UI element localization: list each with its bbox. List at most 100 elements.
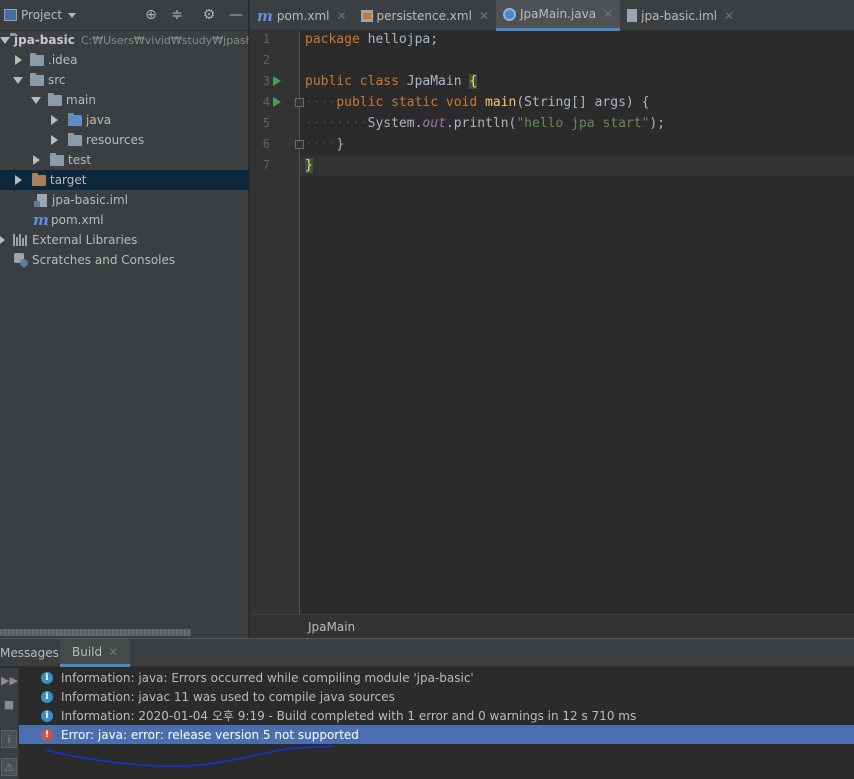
line-number: 7	[262, 158, 270, 172]
code-editor[interactable]: 1 2 3 4 5 6 7 package hellojpa; public c…	[250, 31, 854, 614]
excluded-folder-icon	[32, 172, 46, 186]
chevron-down-icon[interactable]	[68, 12, 77, 18]
tree-item-label: main	[66, 93, 96, 107]
code-field: out	[422, 116, 446, 131]
iml-file-icon	[627, 9, 638, 22]
tree-item-idea[interactable]: .idea	[0, 50, 249, 70]
message-text: Information: 2020-01-04 오후 9:19 - Build …	[61, 709, 637, 723]
tree-item-label: .idea	[48, 53, 78, 67]
code-string: "hello jpa start"	[516, 116, 650, 131]
code-text: JpaMain	[398, 74, 470, 89]
close-icon[interactable]: ✕	[724, 9, 734, 23]
breadcrumb-item[interactable]: JpaMain	[308, 620, 355, 634]
tree-item-label: resources	[86, 133, 145, 147]
project-view-selector[interactable]: Project	[21, 8, 62, 22]
locate-icon[interactable]: ⊕	[143, 7, 159, 23]
tab-label: JpaMain.java	[519, 7, 597, 21]
code-line-6: ····}	[305, 137, 345, 152]
code-function: main	[485, 95, 517, 110]
hand-drawn-underline	[44, 745, 333, 768]
run-class-icon[interactable]	[273, 76, 281, 86]
tree-item-pom[interactable]: m pom.xml	[0, 210, 249, 230]
tab-label: pom.xml	[276, 8, 330, 23]
folder-icon	[30, 72, 44, 86]
code-keyword: package	[305, 32, 360, 47]
close-icon[interactable]: ✕	[479, 9, 489, 23]
message-text: Error: java: error: release version 5 no…	[61, 727, 359, 742]
collapse-arrow-icon[interactable]	[14, 55, 22, 65]
rerun-icon[interactable]: ▶▶	[1, 672, 18, 690]
collapse-all-icon[interactable]: ≑	[169, 7, 185, 23]
fold-icon[interactable]	[295, 98, 304, 107]
stop-icon[interactable]: ■	[1, 696, 17, 714]
collapse-arrow-icon[interactable]	[14, 175, 22, 185]
expand-arrow-icon[interactable]	[13, 76, 23, 84]
tree-item-resources[interactable]: resources	[0, 130, 249, 150]
gear-icon[interactable]: ⚙	[201, 7, 217, 23]
messages-toolbar: ▶▶ ■ i ⚠	[0, 668, 19, 779]
warning-filter-icon[interactable]: ⚠	[1, 758, 17, 776]
info-icon: i	[41, 671, 53, 684]
project-panel-header: Project ⊕ ≑ ⚙ —	[0, 0, 248, 31]
maven-icon: m	[33, 211, 49, 229]
minimize-icon[interactable]: —	[228, 7, 244, 23]
tree-item-jpa-basic[interactable]: jpa-basic C:₩Users₩vivid₩study₩jpash	[0, 30, 249, 50]
folder-icon	[50, 152, 64, 166]
fold-icon[interactable]	[295, 140, 304, 149]
messages-header: Messages: Build ✕	[0, 639, 854, 667]
info-icon: i	[41, 709, 53, 722]
close-icon[interactable]: ✕	[336, 9, 346, 23]
current-line-highlight	[300, 155, 854, 176]
tree-item-java[interactable]: java	[0, 110, 249, 130]
message-text: Information: java: Errors occurred while…	[61, 670, 474, 685]
java-class-icon	[502, 7, 516, 21]
messages-label: Messages:	[0, 645, 63, 660]
tree-item-test[interactable]: test	[0, 150, 249, 170]
line-number: 2	[262, 53, 270, 67]
project-path: C:₩Users₩vivid₩study₩jpash	[80, 33, 249, 47]
code-text: }	[336, 137, 345, 152]
error-icon: !	[41, 728, 53, 741]
line-number: 1	[262, 32, 270, 46]
collapse-arrow-icon[interactable]	[50, 135, 58, 145]
tab-jpamain-java[interactable]: JpaMain.java ✕	[495, 0, 621, 31]
resources-folder-icon	[68, 132, 82, 146]
tab-label: jpa-basic.iml	[641, 8, 718, 23]
tree-item-external-libraries[interactable]: External Libraries	[0, 230, 249, 250]
code-text: (String[] args) {	[516, 95, 650, 110]
tree-item-target[interactable]: target	[0, 170, 249, 190]
message-row[interactable]: i Information: javac 11 was used to comp…	[19, 687, 854, 706]
close-icon[interactable]: ✕	[603, 7, 613, 21]
collapse-arrow-icon[interactable]	[50, 115, 58, 125]
expand-arrow-icon[interactable]	[0, 36, 10, 44]
tab-persistence-xml[interactable]: persistence.xml ✕	[354, 0, 496, 31]
close-icon[interactable]: ✕	[108, 645, 118, 659]
message-row[interactable]: i Information: java: Errors occurred whi…	[19, 668, 854, 687]
xml-file-icon	[360, 9, 373, 22]
collapse-arrow-icon[interactable]	[32, 155, 40, 165]
tree-item-label: java	[86, 113, 112, 127]
expand-arrow-icon[interactable]	[31, 96, 41, 104]
code-text: System.	[367, 116, 423, 131]
horizontal-scrollbar[interactable]	[0, 629, 191, 636]
tab-pom-xml[interactable]: m pom.xml ✕	[250, 0, 354, 31]
tree-item-label: test	[68, 153, 92, 167]
tree-item-iml[interactable]: jpa-basic.iml	[0, 190, 249, 210]
tab-build[interactable]: Build ✕	[60, 639, 131, 667]
scratches-icon	[14, 253, 28, 267]
project-panel: Project ⊕ ≑ ⚙ — jpa-basic C:₩Users₩vivid…	[0, 0, 249, 638]
tree-item-label: pom.xml	[51, 213, 104, 227]
line-number: 3	[262, 74, 270, 88]
tab-jpa-basic-iml[interactable]: jpa-basic.iml ✕	[620, 0, 741, 31]
info-filter-icon[interactable]: i	[1, 730, 17, 748]
tree-item-scratches[interactable]: Scratches and Consoles	[0, 250, 249, 270]
run-main-icon[interactable]	[273, 97, 281, 107]
collapse-arrow-icon[interactable]	[0, 236, 5, 244]
tab-label: persistence.xml	[376, 8, 472, 23]
library-icon	[13, 234, 29, 246]
tree-item-src[interactable]: src	[0, 70, 249, 90]
tree-item-label: jpa-basic.iml	[52, 193, 128, 207]
editor-tab-bar: m pom.xml ✕ persistence.xml ✕ JpaMain.ja…	[250, 0, 854, 31]
tree-item-main[interactable]: main	[0, 90, 249, 110]
message-row[interactable]: i Information: 2020-01-04 오후 9:19 - Buil…	[19, 706, 854, 725]
